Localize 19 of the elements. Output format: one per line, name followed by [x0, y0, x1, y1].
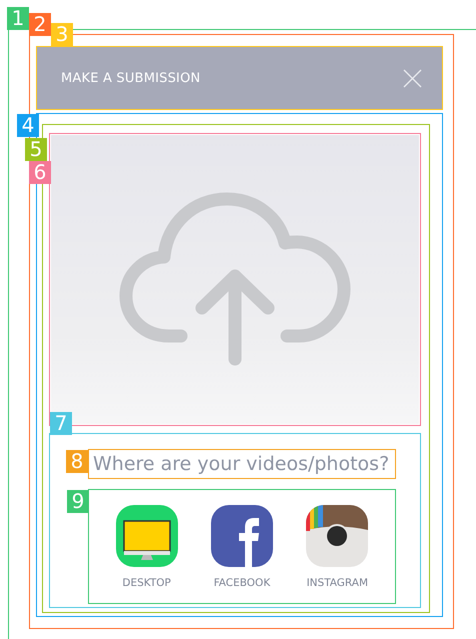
- annotation-label: 1: [7, 7, 29, 30]
- source-option[interactable]: DESKTOP: [102, 504, 192, 588]
- close-icon[interactable]: [403, 68, 422, 88]
- annotation-label: 4: [17, 114, 39, 137]
- camera-icon: [306, 504, 368, 566]
- monitor-icon: [116, 504, 178, 566]
- annotation-label: 3: [51, 23, 73, 46]
- annotation-label: 2: [29, 13, 51, 36]
- cloud-upload-icon: [119, 190, 351, 368]
- annotation-label: 9: [67, 490, 89, 513]
- modal-title: MAKE A SUBMISSION: [61, 70, 200, 86]
- annotation-label: 7: [50, 412, 72, 435]
- source-option[interactable]: INSTAGRAM: [292, 504, 382, 588]
- annotation-label: 6: [29, 161, 51, 184]
- source-option[interactable]: FACEBOOK: [196, 504, 287, 588]
- annotation-label: 8: [66, 450, 88, 473]
- annotation-label: 5: [25, 138, 47, 161]
- source-question-field[interactable]: Where are your videos/photos?: [88, 449, 396, 479]
- facebook-icon: [210, 504, 273, 566]
